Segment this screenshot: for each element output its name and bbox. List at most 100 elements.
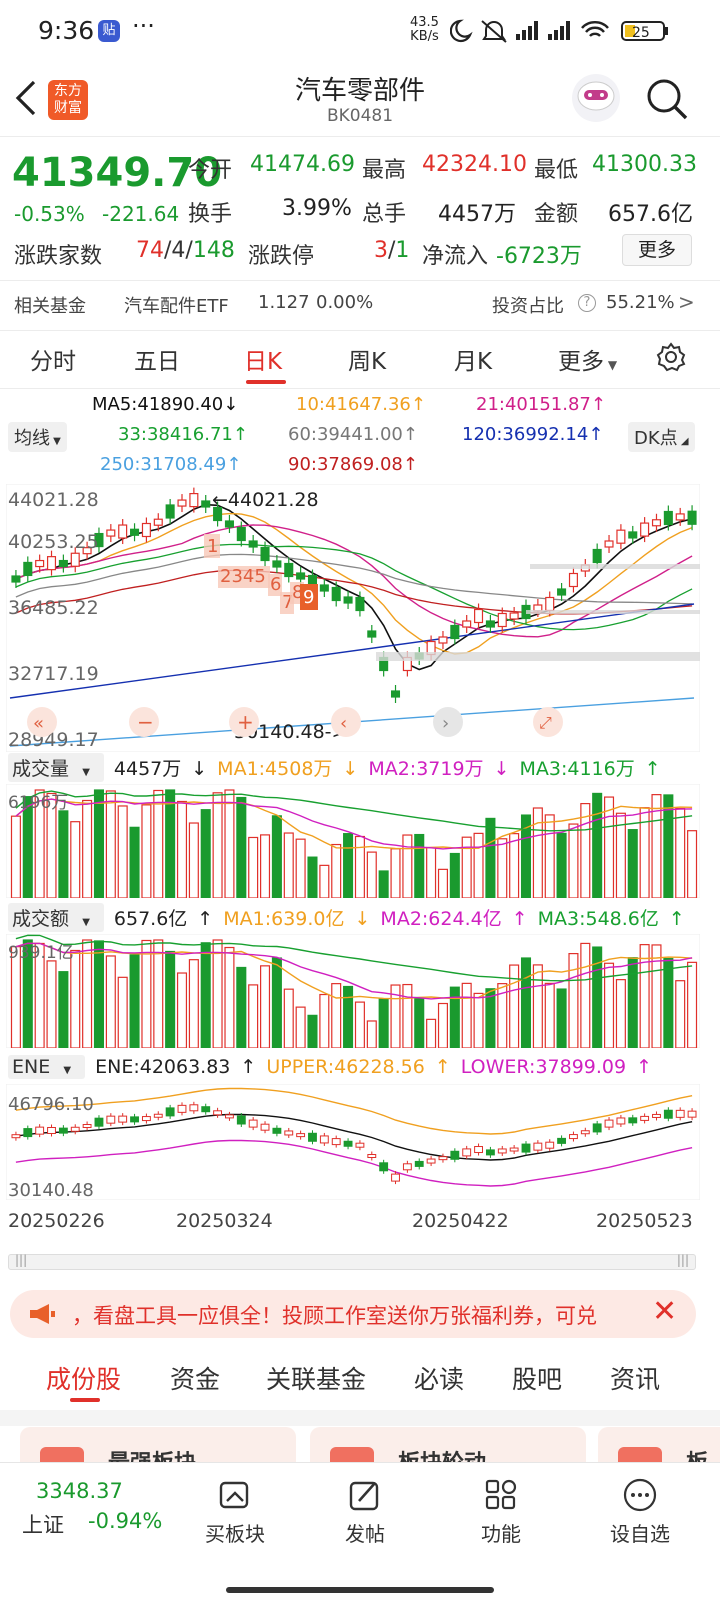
volume-bar [343, 833, 354, 898]
chart-scrollbar[interactable]: ||| ||| [8, 1253, 696, 1270]
period-tabs: 分时 五日 日K 周K 月K 更多 ▼ [0, 338, 720, 384]
tab-weekly-k[interactable]: 周K [348, 342, 386, 376]
nav-functions[interactable]: 功能 [456, 1477, 546, 1547]
volume-select[interactable]: 成交量 ▼ [8, 752, 104, 782]
ene-candle [272, 1127, 282, 1134]
kline-candle [296, 572, 306, 580]
kline-candle [474, 608, 484, 624]
index-name: 上证 [22, 1513, 64, 1537]
assistant-avatar-icon[interactable] [570, 72, 622, 124]
volume-bar [402, 834, 413, 898]
search-icon[interactable] [644, 76, 690, 122]
x-axis: 20250226 20250324 20250422 20250523 [0, 1210, 720, 1238]
amount-value: 657.6亿 ↑ [113, 907, 214, 930]
volume-bar [10, 815, 21, 898]
ma90-value: 90:37869.08↑ [288, 454, 418, 475]
fund-change: 0.00% [316, 292, 374, 313]
ene-legend: ENE ▼ ENE:42063.83 ↑ UPPER:46228.56 ↑ LOWE… [8, 1054, 662, 1080]
index-ticker[interactable]: 3348.37 上证 -0.94% [22, 1477, 172, 1547]
nav-buy-sector[interactable]: 买板块 [190, 1477, 280, 1547]
dk-point-button[interactable]: DK点 ◢ [628, 422, 695, 452]
zoom-in-icon: + [237, 710, 254, 734]
tab-more[interactable]: 更多 ▼ [558, 342, 617, 376]
volume-bar [129, 826, 140, 898]
tab-five-day[interactable]: 五日 [134, 342, 180, 376]
ene-candle [663, 1109, 673, 1119]
volume-bar [675, 980, 686, 1048]
volume-bar [176, 800, 188, 898]
tab-related-funds[interactable]: 关联基金 [266, 1360, 366, 1396]
quote-panel: 41349.70 -0.53% -221.64 今开 41474.69 最高 4… [0, 138, 720, 272]
volume-value: 4457万 ↓ [113, 757, 208, 780]
volume-bar [544, 814, 555, 898]
promo-banner[interactable]: ，看盘工具一应俱全！投顾工作室送你万张福利券，可兑 ✕ [10, 1290, 696, 1338]
settings-gear-icon[interactable] [656, 342, 686, 372]
zoom-out-icon: − [137, 710, 154, 734]
turnover-value: 3.99% [282, 196, 352, 221]
volume-bar [437, 868, 448, 898]
help-icon[interactable]: ? [578, 294, 596, 312]
tab-forum[interactable]: 股吧 [512, 1360, 562, 1396]
turnover-label: 换手 [188, 202, 233, 227]
seq-mark: 1 [207, 536, 218, 557]
amount-label: 金额 [534, 202, 579, 227]
amount-chart[interactable]: 939.1亿 [6, 934, 700, 1048]
ene-candle [213, 1110, 223, 1116]
volume-ma1: MA1:4508万 ↓ [217, 757, 359, 780]
volume-bar [58, 810, 69, 898]
volume-bar [532, 807, 543, 898]
amount-select[interactable]: 成交额 ▼ [8, 902, 104, 932]
indicator-select[interactable]: 均线 ▼ [8, 422, 67, 452]
volume-bar [687, 830, 698, 898]
volume-bar [117, 805, 128, 898]
wifi-icon [581, 20, 609, 37]
tab-monthly-k[interactable]: 月K [454, 342, 492, 376]
volume-chart[interactable]: 6196万 [6, 784, 700, 898]
ene-candle [474, 1146, 483, 1154]
seq-mark: 6 [270, 574, 281, 595]
kline-candle [628, 531, 638, 539]
amount-legend: 成交额 ▼ 657.6亿 ↑ MA1:639.0亿 ↓ MA2:624.4亿 ↑ MA… [8, 902, 695, 932]
chevron-right-icon[interactable]: > [678, 290, 695, 314]
close-icon[interactable]: ✕ [652, 1294, 677, 1329]
kline-candle [331, 586, 341, 602]
ene-candle [331, 1138, 341, 1146]
post-pen-icon [349, 1481, 379, 1511]
ene-candle [545, 1141, 555, 1149]
more-button[interactable]: 更多 [622, 234, 692, 266]
tab-intraday[interactable]: 分时 [30, 342, 76, 376]
tab-daily-k[interactable]: 日K [244, 342, 282, 376]
volume-bar [236, 796, 247, 898]
breadth-label: 涨跌家数 [14, 244, 103, 269]
volume-bar [271, 815, 282, 898]
ma21-value: 21:40151.87↑ [476, 394, 606, 415]
y-label-1: 44021.28 [8, 489, 99, 511]
ene-chart[interactable]: 46796.10 30140.48 [6, 1084, 700, 1200]
kline-chart[interactable]: 44021.28 40253.25 36485.22 32717.19 2894… [6, 484, 700, 752]
volume-bar [627, 957, 638, 1048]
nav-post[interactable]: 发帖 [320, 1477, 410, 1547]
ene-candle [225, 1114, 234, 1119]
status-bar: 9:36 贴 ··· 43.5 KB/s 25 [0, 0, 720, 62]
tab-constituents[interactable]: 成份股 [46, 1360, 121, 1396]
tab-news[interactable]: 资讯 [610, 1360, 660, 1396]
ene-candle [47, 1126, 56, 1134]
ene-candle [11, 1134, 21, 1139]
volume-bar [390, 848, 401, 898]
volume-bar [354, 1001, 365, 1048]
tab-funds[interactable]: 资金 [170, 1360, 220, 1396]
volume-bar [319, 993, 330, 1048]
kline-candle [640, 522, 650, 537]
volume-bar [212, 792, 223, 898]
volume-bar [248, 836, 259, 898]
volume-bar [331, 983, 342, 1048]
nav-add-watchlist[interactable]: 设自选 [592, 1477, 688, 1547]
tab-must-read[interactable]: 必读 [414, 1360, 464, 1396]
ma33-value: 33:38416.71↑ [118, 424, 248, 445]
ene-select[interactable]: ENE ▼ [8, 1055, 86, 1079]
moon-icon [450, 19, 473, 43]
limit-values: 3/1 [374, 238, 410, 263]
related-fund-row[interactable]: 相关基金 汽车配件ETF 1.127 0.00% 投资占比 ? 55.21% > [0, 284, 720, 328]
ene-upper: UPPER:46228.56 ↑ [266, 1056, 451, 1078]
kline-candle [438, 636, 448, 644]
